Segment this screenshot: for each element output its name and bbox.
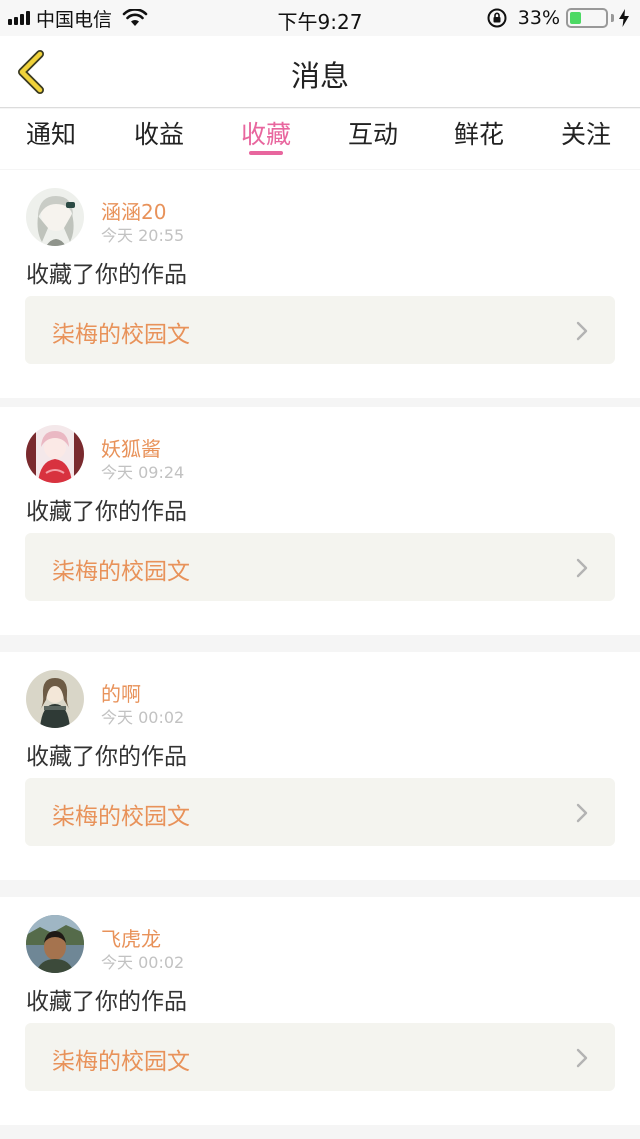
chevron-right-icon bbox=[576, 558, 588, 578]
nav-bar: 消息 bbox=[0, 36, 640, 108]
work-link[interactable]: 柒梅的校园文 bbox=[25, 1023, 615, 1091]
tab-favorites[interactable]: 收藏 bbox=[226, 115, 306, 151]
battery-icon bbox=[566, 8, 608, 28]
active-tab-indicator bbox=[249, 151, 283, 155]
timestamp: 今天 00:02 bbox=[101, 953, 185, 972]
work-title: 柒梅的校园文 bbox=[52, 322, 190, 348]
action-text: 收藏了你的作品 bbox=[26, 262, 187, 288]
work-title: 柒梅的校园文 bbox=[52, 1049, 190, 1075]
battery-tip bbox=[611, 14, 614, 22]
tab-notifications[interactable]: 通知 bbox=[11, 115, 91, 151]
status-bar: 中国电信 下午9:27 33% bbox=[0, 0, 640, 36]
charging-icon bbox=[619, 9, 629, 27]
battery-fill bbox=[570, 12, 581, 24]
message-card: 飞虎龙 今天 00:02 收藏了你的作品 柒梅的校园文 bbox=[0, 897, 640, 1125]
work-link[interactable]: 柒梅的校园文 bbox=[25, 296, 615, 364]
work-title: 柒梅的校园文 bbox=[52, 559, 190, 585]
tab-earnings[interactable]: 收益 bbox=[119, 115, 199, 151]
timestamp: 今天 20:55 bbox=[101, 226, 185, 245]
username[interactable]: 涵涵20 bbox=[101, 196, 166, 225]
timestamp: 今天 09:24 bbox=[101, 463, 185, 482]
username[interactable]: 飞虎龙 bbox=[101, 923, 161, 952]
username[interactable]: 的啊 bbox=[101, 678, 141, 707]
action-text: 收藏了你的作品 bbox=[26, 744, 187, 770]
message-card: 的啊 今天 00:02 收藏了你的作品 柒梅的校园文 bbox=[0, 652, 640, 880]
battery-percent: 33% bbox=[517, 7, 560, 29]
avatar[interactable] bbox=[26, 670, 84, 728]
work-link[interactable]: 柒梅的校园文 bbox=[25, 778, 615, 846]
tab-flowers[interactable]: 鲜花 bbox=[439, 115, 519, 151]
username[interactable]: 妖狐酱 bbox=[101, 433, 161, 462]
tab-following[interactable]: 关注 bbox=[546, 115, 626, 151]
chevron-right-icon bbox=[576, 1048, 588, 1068]
avatar[interactable] bbox=[26, 188, 84, 246]
orientation-lock-icon bbox=[487, 8, 507, 28]
message-card: 涵涵20 今天 20:55 收藏了你的作品 柒梅的校园文 bbox=[0, 170, 640, 398]
avatar[interactable] bbox=[26, 425, 84, 483]
timestamp: 今天 00:02 bbox=[101, 708, 185, 727]
page-title: 消息 bbox=[290, 59, 349, 93]
avatar[interactable] bbox=[26, 915, 84, 973]
status-right: 33% bbox=[486, 6, 630, 30]
chevron-right-icon bbox=[576, 803, 588, 823]
action-text: 收藏了你的作品 bbox=[26, 989, 187, 1015]
work-link[interactable]: 柒梅的校园文 bbox=[25, 533, 615, 601]
tab-interactions[interactable]: 互动 bbox=[333, 115, 413, 151]
message-card: 妖狐酱 今天 09:24 收藏了你的作品 柒梅的校园文 bbox=[0, 407, 640, 635]
tab-bar: 通知 收益 收藏 互动 鲜花 关注 bbox=[0, 109, 640, 169]
work-title: 柒梅的校园文 bbox=[52, 804, 190, 830]
action-text: 收藏了你的作品 bbox=[26, 499, 187, 525]
chevron-right-icon bbox=[576, 321, 588, 341]
